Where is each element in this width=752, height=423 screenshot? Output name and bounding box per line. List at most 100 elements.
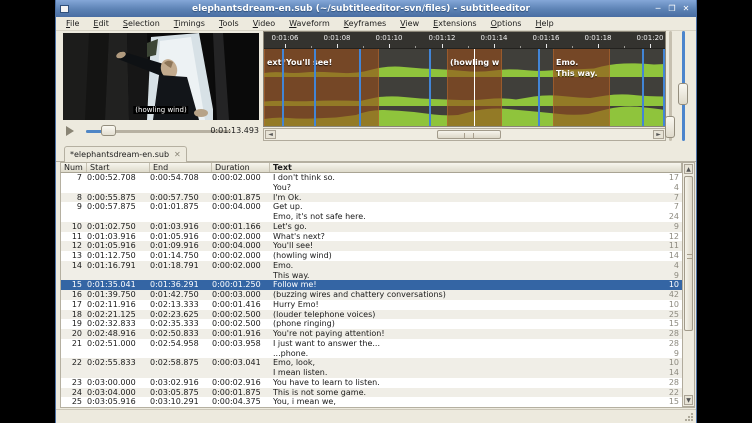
keyframe-line	[314, 49, 316, 127]
keyframe-line	[359, 49, 361, 127]
text-cell: Let's go.	[270, 222, 656, 232]
char-count-cell: 42	[656, 290, 682, 300]
play-icon[interactable]	[66, 126, 74, 136]
ruler-tick-label: 0:01:12	[421, 34, 463, 42]
subtitle-row-24[interactable]: 240:03:04.0000:03:05.8750:00:01.875This …	[61, 388, 682, 398]
menu-extensions[interactable]: Extensions	[426, 18, 483, 29]
subtitle-row-12[interactable]: 120:01:05.9160:01:09.9160:00:04.000You'l…	[61, 241, 682, 251]
num-cell: 16	[61, 290, 87, 300]
subtitle-region[interactable]: Emo.This way.	[553, 49, 610, 127]
subtitle-row-10[interactable]: 100:01:02.7500:01:03.9160:00:01.166Let's…	[61, 222, 682, 232]
char-count-cell: 10	[656, 300, 682, 310]
char-count: 4	[656, 261, 679, 271]
subtitle-row-8[interactable]: 80:00:55.8750:00:57.7500:00:01.875I'm Ok…	[61, 193, 682, 203]
subtitle-region[interactable]: ext?	[264, 49, 283, 127]
subtitle-row-11[interactable]: 110:01:03.9160:01:05.9160:00:02.000What'…	[61, 232, 682, 242]
menu-options[interactable]: Options	[484, 18, 529, 29]
text-line: (louder telephone voices)	[273, 310, 656, 320]
subtitle-row-22[interactable]: 220:02:55.8330:02:58.8750:00:03.041Emo, …	[61, 358, 682, 378]
col-duration[interactable]: Duration	[212, 163, 270, 172]
menu-help[interactable]: Help	[528, 18, 560, 29]
menu-waveform[interactable]: Waveform	[282, 18, 337, 29]
maximize-button[interactable]: ❐	[667, 4, 677, 13]
subtitle-row-9[interactable]: 90:00:57.8750:01:01.8750:00:04.000Get up…	[61, 202, 682, 222]
resize-grip[interactable]	[684, 412, 693, 421]
close-button[interactable]: ✕	[681, 4, 691, 13]
end-cell: 0:01:36.291	[150, 280, 212, 290]
titlebar[interactable]: elephantsdream-en.sub (~/subtitleeditor-…	[56, 0, 696, 17]
subtitle-row-14[interactable]: 140:01:16.7910:01:18.7910:00:02.000Emo.T…	[61, 261, 682, 281]
char-count-cell: 9	[656, 222, 682, 232]
window-title: elephantsdream-en.sub (~/subtitleeditor-…	[69, 4, 653, 14]
col-num[interactable]: Num	[61, 163, 87, 172]
tab-elephantsdream[interactable]: *elephantsdream-en.sub ✕	[64, 146, 187, 162]
subtitle-region[interactable]: You'll see!	[283, 49, 379, 127]
menu-tools[interactable]: Tools	[212, 18, 246, 29]
col-start[interactable]: Start	[87, 163, 150, 172]
hscroll-left-arrow[interactable]: ◄	[265, 130, 276, 139]
subtitle-row-18[interactable]: 180:02:21.1250:02:23.6250:00:02.500(loud…	[61, 310, 682, 320]
duration-cell: 0:00:02.500	[212, 319, 270, 329]
vscroll-down-arrow[interactable]: ▼	[684, 395, 693, 405]
waveform-body[interactable]: ext?You'll see!(howling wEmo.This way.	[264, 49, 665, 127]
menu-video[interactable]: Video	[246, 18, 282, 29]
menu-selection[interactable]: Selection	[116, 18, 167, 29]
vscroll-up-arrow[interactable]: ▲	[684, 164, 693, 174]
minimize-button[interactable]: ─	[653, 4, 663, 13]
text-line: (howling wind)	[273, 251, 656, 261]
menu-file[interactable]: File	[59, 18, 86, 29]
num-cell: 25	[61, 397, 87, 407]
waveform-hscrollbar[interactable]: ◄ ►	[263, 128, 666, 141]
subtitle-row-20[interactable]: 200:02:48.9160:02:50.8330:00:01.916You'r…	[61, 329, 682, 339]
char-count: 28	[656, 329, 679, 339]
tab-close-icon[interactable]: ✕	[174, 151, 181, 159]
vscroll-thumb[interactable]	[684, 176, 693, 331]
duration-cell: 0:00:02.000	[212, 261, 270, 281]
text-line: I don't think so.	[273, 173, 656, 183]
playhead-line[interactable]	[474, 49, 475, 127]
subtitle-row-17[interactable]: 170:02:11.9160:02:13.3330:00:01.416Hurry…	[61, 300, 682, 310]
hscroll-right-arrow[interactable]: ►	[653, 130, 664, 139]
menu-edit[interactable]: Edit	[86, 18, 116, 29]
video-seek-handle[interactable]	[101, 125, 116, 136]
end-cell: 0:02:54.958	[150, 339, 212, 359]
char-count-cell: 49	[656, 261, 682, 281]
table-vscrollbar[interactable]: ▲ ▼	[682, 162, 695, 407]
end-cell: 0:01:09.916	[150, 241, 212, 251]
menu-timings[interactable]: Timings	[167, 18, 212, 29]
num-cell: 8	[61, 193, 87, 203]
col-text[interactable]: Text	[270, 163, 681, 172]
waveform-zoom-slider[interactable]	[666, 31, 674, 141]
ruler-tick-minor	[520, 46, 521, 48]
start-cell: 0:01:16.791	[87, 261, 150, 281]
subtitle-row-21[interactable]: 210:02:51.0000:02:54.9580:00:03.958I jus…	[61, 339, 682, 359]
start-cell: 0:02:32.833	[87, 319, 150, 329]
char-count-cell: 28	[656, 329, 682, 339]
menu-keyframes[interactable]: Keyframes	[337, 18, 393, 29]
text-cell: (phone ringing)	[270, 319, 656, 329]
waveform-view[interactable]: 0:01:060:01:080:01:100:01:120:01:140:01:…	[263, 31, 666, 127]
col-end[interactable]: End	[150, 163, 212, 172]
duration-cell: 0:00:01.416	[212, 300, 270, 310]
duration-cell: 0:00:03.041	[212, 358, 270, 378]
subtitle-row-19[interactable]: 190:02:32.8330:02:35.3330:00:02.500(phon…	[61, 319, 682, 329]
subtitle-row-13[interactable]: 130:01:12.7500:01:14.7500:00:02.000(howl…	[61, 251, 682, 261]
subtitle-row-15[interactable]: 150:01:35.0410:01:36.2910:00:01.250Follo…	[61, 280, 682, 290]
subtitle-row-16[interactable]: 160:01:39.7500:01:42.7500:00:03.000(buzz…	[61, 290, 682, 300]
subtitle-row-25[interactable]: 250:03:05.9160:03:10.2910:00:04.375You, …	[61, 397, 682, 407]
num-cell: 23	[61, 378, 87, 388]
end-cell: 0:01:01.875	[150, 202, 212, 222]
text-cell: You, i mean we,	[270, 397, 656, 407]
waveform-scale-slider[interactable]	[679, 31, 687, 141]
menu-view[interactable]: View	[393, 18, 426, 29]
end-cell: 0:01:05.916	[150, 232, 212, 242]
text-line: (buzzing wires and chattery conversation…	[273, 290, 656, 300]
subtitle-row-7[interactable]: 70:00:52.7080:00:54.7080:00:02.000I don'…	[61, 173, 682, 193]
ruler-tick-major	[494, 44, 495, 48]
hscroll-thumb[interactable]	[437, 130, 501, 139]
zoom-slider-handle[interactable]	[665, 116, 675, 138]
video-display[interactable]: (howling wind)	[63, 33, 259, 120]
subtitle-row-23[interactable]: 230:03:00.0000:03:02.9160:00:02.916You h…	[61, 378, 682, 388]
scale-slider-handle[interactable]	[678, 83, 688, 105]
char-count: 7	[656, 193, 679, 203]
